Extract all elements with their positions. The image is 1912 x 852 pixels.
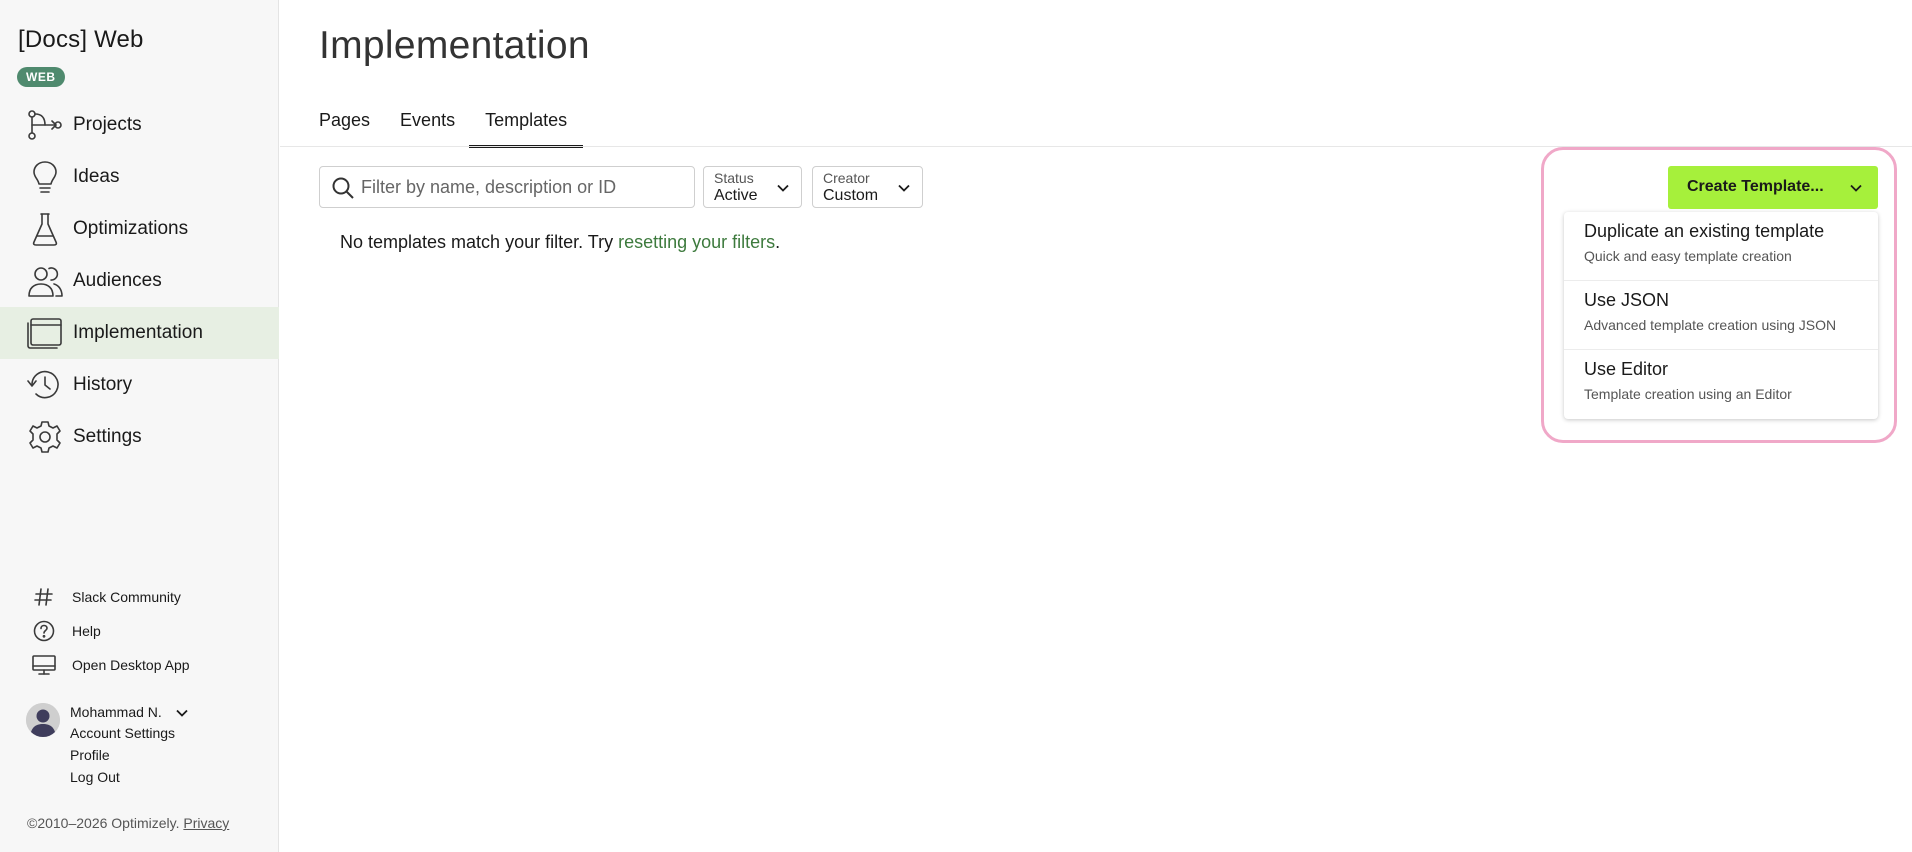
search-input[interactable]	[361, 167, 689, 207]
nav-item-optimizations[interactable]: Optimizations	[0, 203, 279, 255]
nav-label: Projects	[73, 114, 142, 135]
hash-icon	[31, 586, 57, 608]
open-desktop-app-link[interactable]: Open Desktop App	[0, 648, 279, 682]
page-title: Implementation	[319, 24, 590, 67]
nav-label: History	[73, 374, 133, 395]
menu-item-description: Advanced template creation using JSON	[1584, 317, 1837, 333]
nav-label: Settings	[73, 426, 142, 447]
reset-filters-link[interactable]: resetting your filters	[618, 232, 775, 252]
window-icon	[26, 316, 64, 350]
utility-links: Slack Community Help Open Desktop App	[0, 580, 279, 682]
util-label: Slack Community	[72, 589, 181, 605]
util-label: Help	[72, 623, 101, 639]
platform-badge: WEB	[17, 67, 65, 87]
project-name[interactable]: [Docs] Web	[18, 26, 144, 54]
privacy-link[interactable]: Privacy	[183, 815, 229, 831]
slack-community-link[interactable]: Slack Community	[0, 580, 279, 614]
chevron-down-icon	[1848, 180, 1864, 196]
chevron-down-icon[interactable]	[174, 705, 190, 721]
chevron-down-icon	[896, 180, 912, 196]
empty-state-message: No templates match your filter. Try rese…	[340, 232, 780, 253]
desktop-icon	[31, 654, 57, 676]
user-menu: Mohammad N. Account Settings Profile Log…	[26, 703, 276, 793]
menu-item-title: Use JSON	[1584, 290, 1670, 310]
tab-templates[interactable]: Templates	[469, 98, 584, 148]
question-icon	[31, 620, 57, 642]
footer: ©2010–2026 Optimizely. Privacy	[27, 815, 229, 831]
nav-item-audiences[interactable]: Audiences	[0, 255, 279, 307]
util-label: Open Desktop App	[72, 657, 190, 673]
menu-item-title: Use Editor	[1584, 359, 1669, 379]
account-settings-link[interactable]: Account Settings	[70, 725, 175, 741]
nav-item-ideas[interactable]: Ideas	[0, 151, 279, 203]
log-out-link[interactable]: Log Out	[70, 769, 120, 785]
tab-pages[interactable]: Pages	[319, 98, 370, 148]
creator-filter[interactable]: Creator Custom	[812, 166, 923, 208]
nav-label: Audiences	[73, 270, 162, 291]
profile-link[interactable]: Profile	[70, 747, 110, 763]
empty-state-suffix: .	[775, 232, 781, 252]
lightbulb-icon	[26, 160, 64, 194]
nav-item-projects[interactable]: Projects	[0, 99, 279, 151]
nav-item-implementation[interactable]: Implementation	[0, 307, 279, 359]
projects-icon	[26, 108, 64, 142]
nav-label: Implementation	[73, 322, 203, 343]
tab-bar: Pages Events Templates	[319, 98, 613, 148]
avatar[interactable]	[26, 703, 60, 737]
help-link[interactable]: Help	[0, 614, 279, 648]
menu-item-use-editor[interactable]: Use Editor Template creation using an Ed…	[1564, 350, 1878, 419]
nav-label: Ideas	[73, 166, 120, 187]
copyright-text: ©2010–2026 Optimizely.	[27, 815, 180, 831]
creator-filter-value: Custom	[823, 187, 879, 204]
creator-filter-label: Creator	[823, 170, 870, 186]
search-box	[319, 166, 695, 208]
user-name[interactable]: Mohammad N.	[70, 704, 162, 720]
main-nav: Projects Ideas Optimizations Audiences I…	[0, 99, 279, 463]
sidebar: [Docs] Web WEB Projects Ideas Optimizati…	[0, 0, 279, 852]
menu-item-description: Quick and easy template creation	[1584, 248, 1792, 264]
search-icon	[331, 176, 355, 200]
tab-events[interactable]: Events	[400, 98, 455, 148]
nav-item-settings[interactable]: Settings	[0, 411, 279, 463]
menu-item-description: Template creation using an Editor	[1584, 386, 1792, 402]
status-filter-value: Active	[714, 187, 758, 204]
people-icon	[26, 264, 64, 298]
menu-item-title: Duplicate an existing template	[1584, 221, 1825, 241]
nav-label: Optimizations	[73, 218, 189, 239]
create-template-menu: Duplicate an existing template Quick and…	[1564, 212, 1878, 419]
history-icon	[26, 368, 64, 402]
create-template-label: Create Template...	[1687, 178, 1824, 195]
status-filter[interactable]: Status Active	[703, 166, 802, 208]
chevron-down-icon	[775, 180, 791, 196]
flask-icon	[26, 212, 64, 246]
gear-icon	[26, 420, 64, 454]
create-template-button[interactable]: Create Template...	[1668, 166, 1878, 209]
empty-state-text: No templates match your filter. Try	[340, 232, 619, 252]
menu-item-duplicate-template[interactable]: Duplicate an existing template Quick and…	[1564, 212, 1878, 281]
nav-item-history[interactable]: History	[0, 359, 279, 411]
status-filter-label: Status	[714, 170, 754, 186]
menu-item-use-json[interactable]: Use JSON Advanced template creation usin…	[1564, 281, 1878, 350]
